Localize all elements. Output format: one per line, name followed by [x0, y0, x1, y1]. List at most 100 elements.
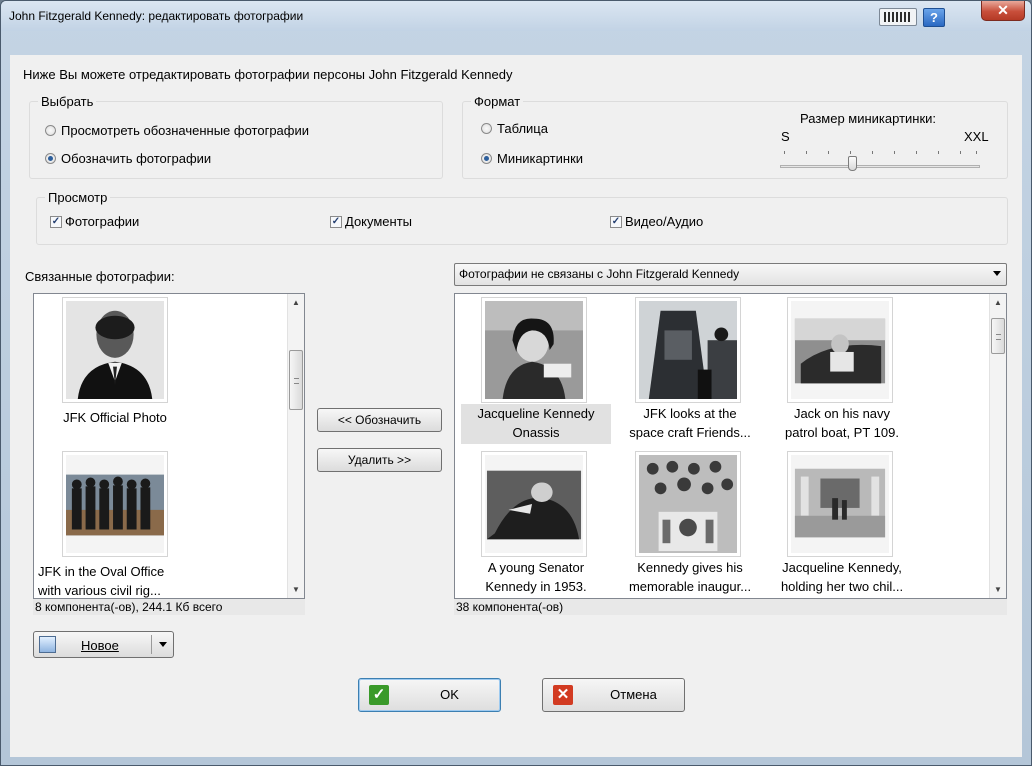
- check-icon: ✓: [369, 685, 389, 705]
- young-senator-image: [485, 455, 583, 553]
- cancel-icon: ✕: [553, 685, 573, 705]
- unlinked-item-6-caption-line2: holding her two chil...: [780, 579, 904, 594]
- checkbox-photos[interactable]: ✓ Фотографии: [50, 214, 139, 229]
- unlinked-item-5-caption-line2: memorable inaugur...: [628, 579, 752, 594]
- unlinked-item-5-thumbnail[interactable]: [635, 451, 741, 557]
- unlinked-photos-list[interactable]: Jacqueline Kennedy Onassis JFK looks at …: [454, 293, 1007, 599]
- radio-view-marked[interactable]: Просмотреть обозначенные фотографии: [45, 123, 309, 138]
- linked-item-1-caption: JFK Official Photo: [34, 408, 196, 427]
- view-group-label: Просмотр: [45, 190, 111, 205]
- linked-item-2-caption: JFK in the Oval Office with various civi…: [38, 562, 278, 600]
- radio-thumbnails-label: Миникартинки: [497, 151, 584, 166]
- linked-list-scrollbar[interactable]: ▲ ▼: [287, 294, 304, 598]
- linked-item-2-caption-line1: JFK in the Oval Office: [38, 564, 165, 579]
- scroll-up-icon[interactable]: ▲: [990, 294, 1006, 311]
- unlinked-item-4-thumbnail[interactable]: [481, 451, 587, 557]
- unlinked-item-5-caption-line1: Kennedy gives his: [637, 560, 743, 575]
- unlinked-item-2-caption: JFK looks at the space craft Friends...: [615, 404, 765, 442]
- unlinked-list-scrollbar[interactable]: ▲ ▼: [989, 294, 1006, 598]
- linked-item-2-thumbnail[interactable]: [62, 451, 168, 557]
- choose-group: Выбрать: [29, 94, 443, 179]
- window-title: John Fitzgerald Kennedy: редактировать ф…: [9, 9, 304, 23]
- title-bar[interactable]: John Fitzgerald Kennedy: редактировать ф…: [1, 1, 1031, 31]
- cancel-button[interactable]: ✕ Отмена: [542, 678, 685, 712]
- remove-button[interactable]: Удалить >>: [317, 448, 442, 472]
- radio-thumbnails-dot[interactable]: [481, 153, 492, 164]
- unlinked-item-4-caption: A young Senator Kennedy in 1953.: [461, 558, 611, 596]
- thumb-size-label: Размер миникартинки:: [800, 111, 937, 126]
- unlinked-item-2-thumbnail[interactable]: [635, 297, 741, 403]
- linked-item-1-thumbnail[interactable]: [62, 297, 168, 403]
- jacqueline-with-children-image: [791, 455, 889, 553]
- chevron-down-icon: [993, 271, 1001, 276]
- checkbox-photos-box[interactable]: ✓: [50, 215, 62, 228]
- help-button[interactable]: ?: [923, 8, 945, 27]
- unlinked-item-6-thumbnail[interactable]: [787, 451, 893, 557]
- slider-max-label: XXL: [964, 129, 989, 144]
- unlinked-item-1-thumbnail[interactable]: [481, 297, 587, 403]
- unlinked-list-scroll-thumb[interactable]: [991, 318, 1005, 354]
- view-group: Просмотр: [36, 190, 1008, 245]
- unlinked-item-3-caption: Jack on his navy patrol boat, PT 109.: [767, 404, 917, 442]
- ok-button[interactable]: ✓ OK: [358, 678, 501, 712]
- dialog-body: Ниже Вы можете отредактировать фотографи…: [10, 55, 1022, 757]
- unlinked-item-1-caption-line2: Onassis: [512, 425, 560, 440]
- thumb-size-slider[interactable]: [780, 165, 980, 168]
- linked-item-2-caption-line2: with various civil rig...: [38, 583, 161, 598]
- radio-table-label: Таблица: [497, 121, 548, 136]
- thumb-size-slider-handle[interactable]: [848, 156, 857, 171]
- slider-min-label: S: [781, 129, 790, 144]
- unlinked-item-3-thumbnail[interactable]: [787, 297, 893, 403]
- close-button[interactable]: ✕: [981, 1, 1025, 21]
- unlinked-item-3-caption-line2: patrol boat, PT 109.: [785, 425, 899, 440]
- checkbox-video-audio-box[interactable]: ✓: [610, 215, 622, 228]
- new-photo-icon: [39, 636, 56, 653]
- oval-office-group-image: [66, 455, 164, 553]
- format-group-label: Формат: [471, 94, 524, 109]
- cancel-button-label: Отмена: [610, 687, 657, 702]
- chevron-down-icon[interactable]: [159, 642, 167, 647]
- scroll-down-icon[interactable]: ▼: [990, 581, 1006, 598]
- unlinked-item-5-caption: Kennedy gives his memorable inaugur...: [615, 558, 765, 596]
- radio-mark-photos-dot[interactable]: [45, 153, 56, 164]
- unlinked-filter-value: Фотографии не связаны с John Fitzgerald …: [459, 267, 740, 281]
- radio-table-dot[interactable]: [481, 123, 492, 134]
- linked-list-scroll-thumb[interactable]: [289, 350, 303, 410]
- unlinked-item-6-caption-line1: Jacqueline Kennedy,: [782, 560, 902, 575]
- checkbox-photos-label: Фотографии: [65, 214, 140, 229]
- radio-view-marked-label: Просмотреть обозначенные фотографии: [61, 123, 309, 138]
- dialog-window: John Fitzgerald Kennedy: редактировать ф…: [0, 0, 1032, 766]
- unlinked-item-1-caption-line1: Jacqueline Kennedy: [477, 406, 595, 421]
- scroll-up-icon[interactable]: ▲: [288, 294, 304, 311]
- new-button[interactable]: Новое: [33, 631, 174, 658]
- linked-photos-label: Связанные фотографии:: [25, 269, 175, 284]
- keyboard-icon[interactable]: [879, 8, 917, 26]
- radio-view-marked-dot[interactable]: [45, 125, 56, 136]
- unlinked-item-3-caption-line1: Jack on his navy: [793, 406, 891, 421]
- radio-table[interactable]: Таблица: [481, 121, 548, 136]
- linked-photos-list[interactable]: JFK Official Photo JFK in the Oval Offic…: [33, 293, 305, 599]
- unlinked-item-4-caption-line1: A young Senator: [487, 560, 585, 575]
- radio-thumbnails[interactable]: Миникартинки: [481, 151, 583, 166]
- linked-status: 8 компонента(-ов), 244.1 Кб всего: [33, 599, 305, 615]
- radio-mark-photos[interactable]: Обозначить фотографии: [45, 151, 211, 166]
- unlinked-item-1-caption: Jacqueline Kennedy Onassis: [461, 404, 611, 442]
- scroll-down-icon[interactable]: ▼: [288, 581, 304, 598]
- ok-button-label: OK: [440, 687, 459, 702]
- checkbox-documents-box[interactable]: ✓: [330, 215, 342, 228]
- unlinked-item-2-caption-line2: space craft Friends...: [629, 425, 751, 440]
- mark-button[interactable]: << Обозначить: [317, 408, 442, 432]
- checkbox-documents-label: Документы: [345, 214, 413, 229]
- unlinked-item-6-caption: Jacqueline Kennedy, holding her two chil…: [767, 558, 917, 596]
- choose-group-label: Выбрать: [38, 94, 97, 109]
- unlinked-item-4-caption-line2: Kennedy in 1953.: [485, 579, 587, 594]
- new-button-label: Новое: [81, 638, 119, 653]
- unlinked-status: 38 компонента(-ов): [454, 599, 1007, 615]
- unlinked-filter-dropdown[interactable]: Фотографии не связаны с John Fitzgerald …: [454, 263, 1007, 286]
- jacqueline-portrait-image: [485, 301, 583, 399]
- space-capsule-image: [639, 301, 737, 399]
- checkbox-documents[interactable]: ✓ Документы: [330, 214, 412, 229]
- checkbox-video-audio[interactable]: ✓ Видео/Аудио: [610, 214, 703, 229]
- inaugural-speech-image: [639, 455, 737, 553]
- intro-text: Ниже Вы можете отредактировать фотографи…: [23, 67, 513, 82]
